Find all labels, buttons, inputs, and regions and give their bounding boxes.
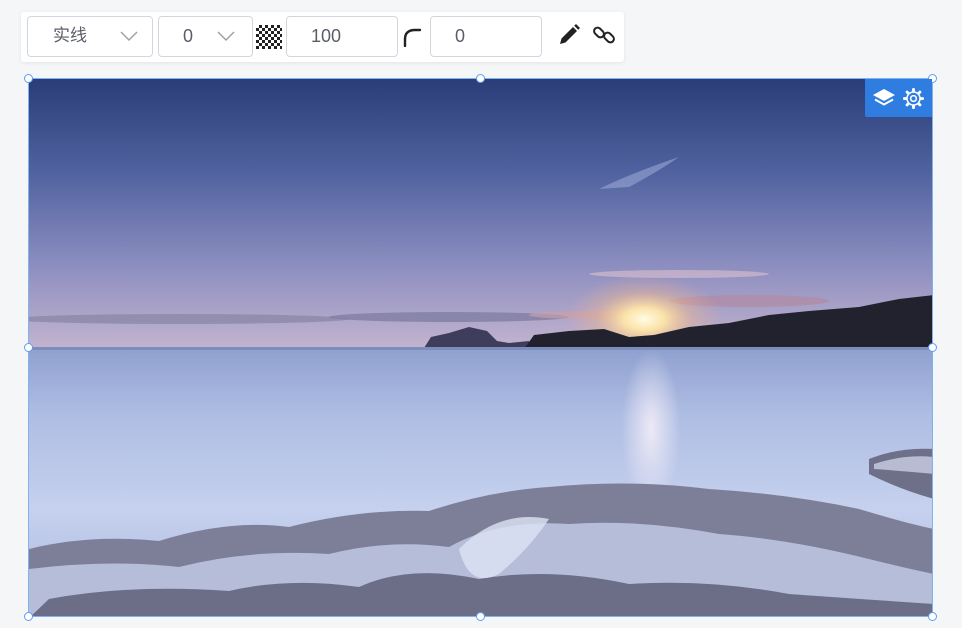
corner-radius-icon bbox=[403, 28, 422, 47]
resize-handle-top-left[interactable] bbox=[24, 74, 33, 83]
resize-handle-left[interactable] bbox=[24, 343, 33, 352]
corner-radius-value: 0 bbox=[455, 26, 466, 46]
border-style-value: 实线 bbox=[53, 26, 87, 46]
resize-handle-bottom[interactable] bbox=[476, 612, 485, 621]
resize-handle-bottom-left[interactable] bbox=[24, 612, 33, 621]
chevron-down-icon bbox=[217, 31, 235, 41]
selected-image[interactable] bbox=[28, 78, 933, 617]
checkerboard-opacity-icon bbox=[256, 25, 282, 49]
resize-handle-right[interactable] bbox=[928, 343, 937, 352]
chevron-down-icon bbox=[120, 31, 138, 41]
opacity-input[interactable]: 100 bbox=[286, 16, 398, 57]
image-toolbar: 实线 0 100 0 bbox=[21, 12, 624, 62]
border-width-value: 0 bbox=[183, 26, 194, 46]
seascape-photo bbox=[29, 79, 932, 616]
opacity-value: 100 bbox=[311, 26, 342, 46]
resize-handle-bottom-right[interactable] bbox=[928, 612, 937, 621]
layers-icon[interactable] bbox=[872, 86, 896, 110]
link-icon[interactable] bbox=[592, 23, 616, 47]
corner-radius-input[interactable]: 0 bbox=[430, 16, 542, 57]
border-width-select[interactable]: 0 bbox=[158, 16, 253, 57]
border-style-select[interactable]: 实线 bbox=[27, 16, 153, 57]
image-settings-badge bbox=[865, 79, 932, 117]
pencil-icon[interactable] bbox=[557, 23, 581, 47]
resize-handle-top[interactable] bbox=[476, 74, 485, 83]
gear-icon[interactable] bbox=[902, 87, 925, 110]
